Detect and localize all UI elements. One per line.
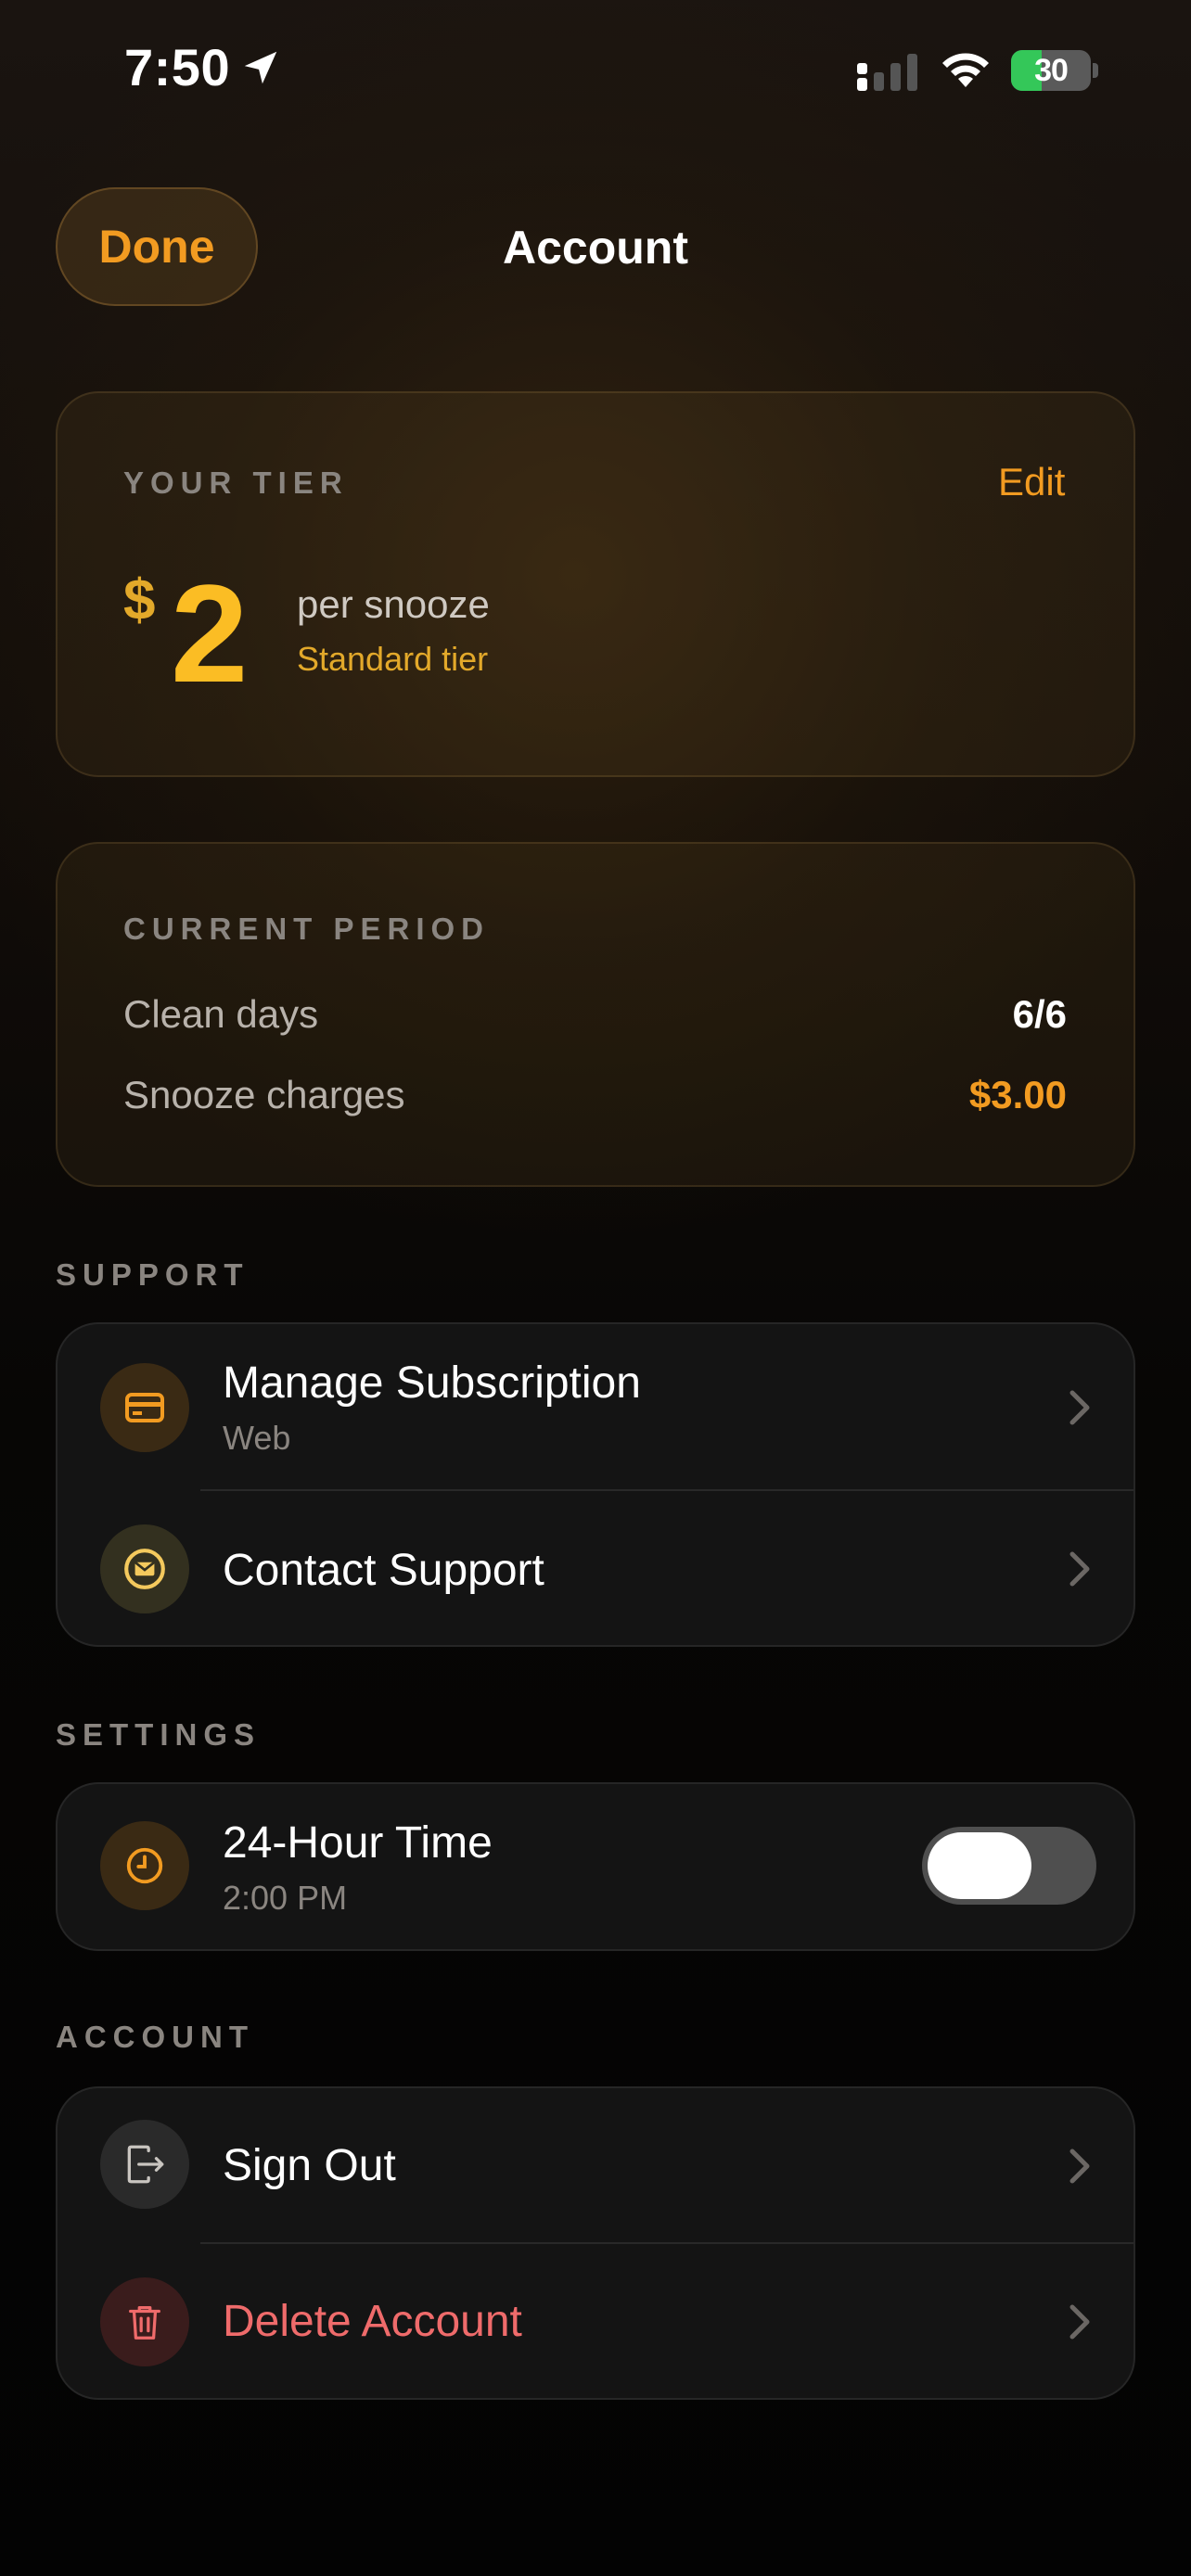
manage-subscription-subtitle: Web: [223, 1419, 291, 1457]
sign-out-row[interactable]: [56, 2086, 1135, 2242]
tier-section-label: YOUR TIER: [123, 465, 349, 500]
chevron-right-icon: [1069, 2304, 1090, 2340]
period-section-label: CURRENT PERIOD: [123, 912, 491, 946]
sign-out-icon: [100, 2120, 189, 2209]
snooze-charges-label: Snooze charges: [123, 1073, 405, 1116]
delete-account-row[interactable]: [56, 2244, 1135, 2398]
currency-symbol: $: [123, 568, 156, 632]
tier-name: Standard tier: [297, 640, 489, 678]
mail-icon: [100, 1524, 189, 1613]
24-hour-time-title: 24-Hour Time: [223, 1818, 493, 1868]
clean-days-value: 6/6: [1012, 992, 1067, 1036]
chevron-right-icon: [1069, 1390, 1090, 1425]
cellular-signal-icon: [857, 54, 917, 91]
tier-amount: 2: [171, 555, 249, 711]
settings-section-label: SETTINGS: [56, 1717, 262, 1752]
battery-level: 30: [1034, 53, 1069, 88]
clock-icon: [100, 1821, 189, 1910]
delete-account-title: Delete Account: [223, 2297, 522, 2346]
contact-support-title: Contact Support: [223, 1546, 544, 1595]
wifi-icon: [942, 53, 989, 87]
edit-tier-button[interactable]: Edit: [998, 460, 1065, 504]
24-hour-time-subtitle: 2:00 PM: [223, 1879, 348, 1917]
manage-subscription-title: Manage Subscription: [223, 1358, 641, 1408]
account-section-label: ACCOUNT: [56, 2020, 254, 2054]
battery-indicator: 30: [1011, 50, 1100, 91]
page-title: Account: [503, 222, 688, 274]
sign-out-title: Sign Out: [223, 2141, 396, 2190]
clean-days-label: Clean days: [123, 992, 319, 1036]
24-hour-time-toggle[interactable]: [922, 1827, 1096, 1905]
trash-icon: [100, 2277, 189, 2366]
location-arrow-icon: [244, 51, 277, 84]
contact-support-row[interactable]: [56, 1491, 1135, 1645]
support-section-label: SUPPORT: [56, 1257, 250, 1292]
tier-unit: per snooze: [297, 582, 490, 626]
chevron-right-icon: [1069, 1551, 1090, 1587]
chevron-right-icon: [1069, 2149, 1090, 2184]
toggle-knob: [928, 1832, 1031, 1899]
snooze-charges-value: $3.00: [968, 1073, 1067, 1116]
status-time: 7:50: [124, 38, 231, 96]
credit-card-icon: [100, 1363, 189, 1452]
